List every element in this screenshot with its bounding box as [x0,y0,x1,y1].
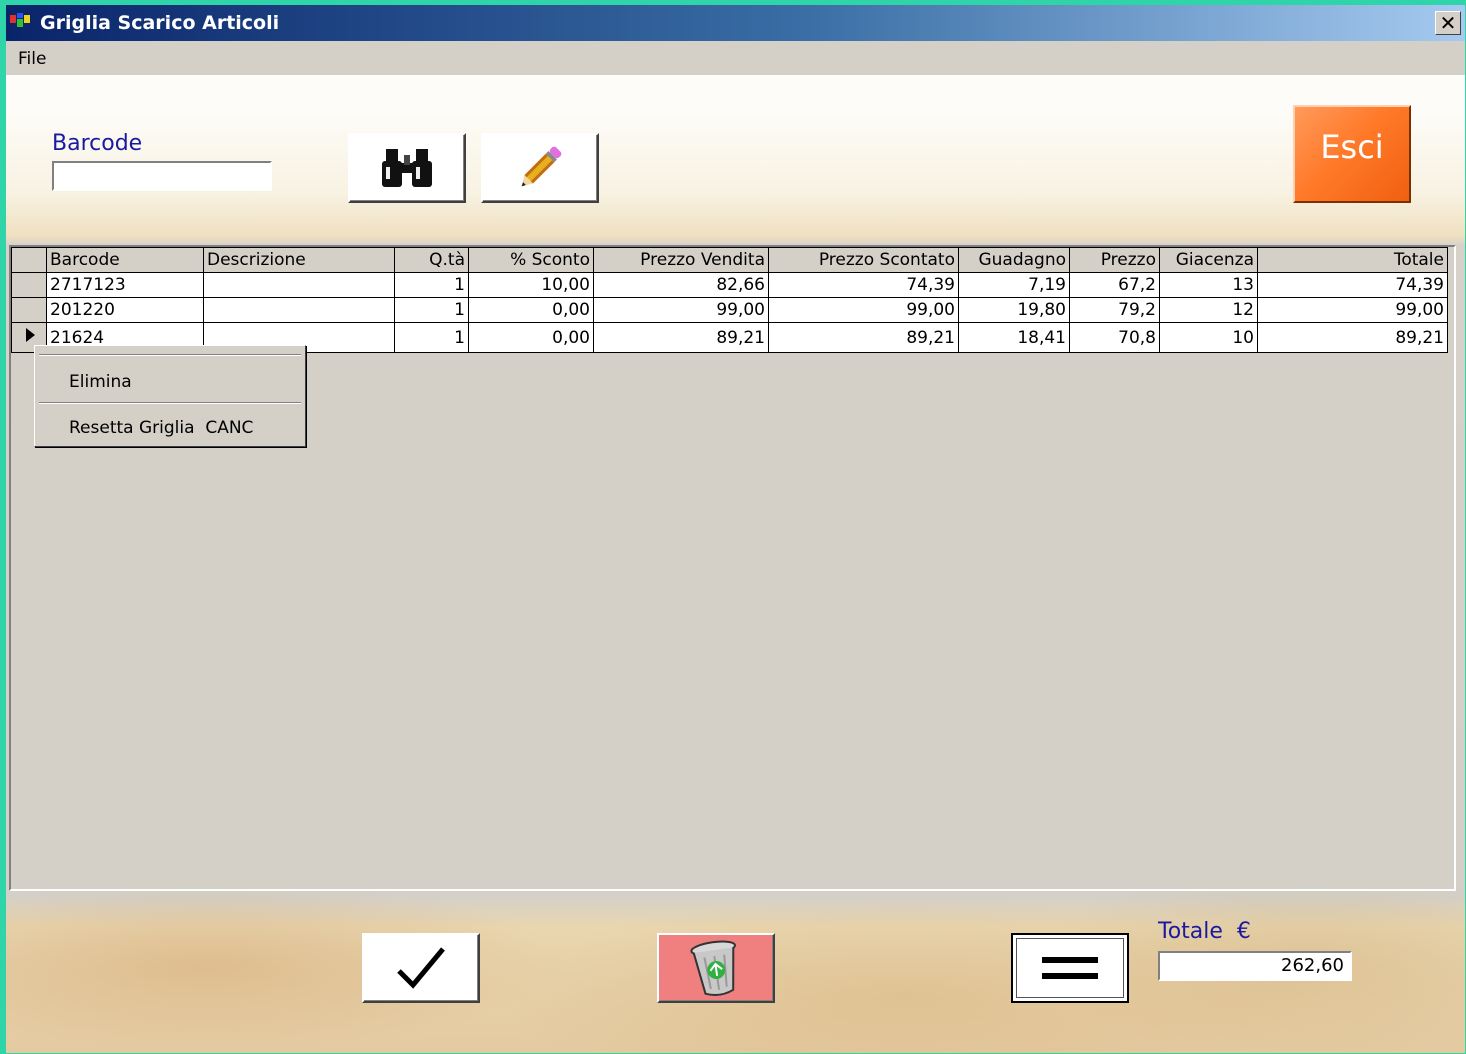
table-row[interactable]: 2717123 1 10,00 82,66 74,39 7,19 67,2 13… [11,272,1448,298]
cell-sconto[interactable]: 0,00 [468,297,594,323]
items-table: Barcode Descrizione Q.tà % Sconto Prezzo… [11,247,1448,353]
cell-prezzo-vendita[interactable]: 99,00 [593,297,769,323]
equals-icon [1042,957,1098,979]
cell-totale[interactable]: 99,00 [1257,297,1448,323]
cell-qta[interactable]: 1 [394,272,469,298]
column-header-qta[interactable]: Q.tà [394,247,469,273]
exit-button[interactable]: Esci [1293,105,1411,203]
menu-bar: File [6,41,1465,75]
cell-qta[interactable]: 1 [394,322,469,353]
recycle-bin-icon [690,940,737,997]
column-header-descrizione[interactable]: Descrizione [203,247,395,273]
context-menu: Elimina Resetta Griglia CANC [34,345,306,447]
column-header-barcode[interactable]: Barcode [46,247,204,273]
cell-giacenza[interactable]: 12 [1159,297,1258,323]
row-selector[interactable] [11,272,47,298]
row-selector-header[interactable] [11,247,47,273]
window-title: Griglia Scarico Articoli [40,12,280,34]
cell-guadagno[interactable]: 18,41 [958,322,1070,353]
menu-separator [39,354,301,356]
cell-giacenza[interactable]: 13 [1159,272,1258,298]
table-row[interactable]: 201220 1 0,00 99,00 99,00 19,80 79,2 12 … [11,297,1448,323]
total-value: 262,60 [1158,951,1352,981]
cell-sconto[interactable]: 0,00 [468,322,594,353]
cell-prezzo-scontato[interactable]: 89,21 [768,322,959,353]
confirm-button[interactable] [362,933,480,1003]
close-icon: ✕ [1439,11,1457,35]
cell-prezzo-vendita[interactable]: 89,21 [593,322,769,353]
items-grid[interactable]: Barcode Descrizione Q.tà % Sconto Prezzo… [9,245,1456,891]
column-header-prezzo[interactable]: Prezzo [1069,247,1160,273]
barcode-label: Barcode [52,131,143,156]
cell-prezzo-vendita[interactable]: 82,66 [593,272,769,298]
cell-barcode[interactable]: 201220 [46,297,204,323]
binoculars-icon [382,149,432,187]
cell-sconto[interactable]: 10,00 [468,272,594,298]
edit-button[interactable] [481,133,599,203]
current-row-arrow-icon [26,328,35,342]
menu-item-elimina[interactable]: Elimina [69,372,132,392]
menu-item-resetta-griglia[interactable]: Resetta Griglia CANC [69,418,253,438]
column-header-sconto[interactable]: % Sconto [468,247,594,273]
delete-button[interactable] [657,933,775,1003]
menu-file[interactable]: File [18,49,46,69]
app-window: Griglia Scarico Articoli ✕ File Barcode [0,0,1466,1054]
column-header-prezzo-scontato[interactable]: Prezzo Scontato [768,247,959,273]
close-button[interactable]: ✕ [1435,11,1461,35]
column-header-prezzo-vendita[interactable]: Prezzo Vendita [593,247,769,273]
cell-totale[interactable]: 89,21 [1257,322,1448,353]
pencil-icon [521,146,562,187]
exit-button-label: Esci [1320,128,1384,166]
checkmark-icon [397,947,445,989]
cell-prezzo-scontato[interactable]: 74,39 [768,272,959,298]
find-button[interactable] [348,133,466,203]
cell-guadagno[interactable]: 7,19 [958,272,1070,298]
cell-prezzo[interactable]: 79,2 [1069,297,1160,323]
menu-separator [39,402,301,404]
total-label: Totale € [1158,919,1251,944]
barcode-input[interactable] [52,161,272,191]
title-bar[interactable]: Griglia Scarico Articoli ✕ [6,5,1465,41]
column-header-guadagno[interactable]: Guadagno [958,247,1070,273]
cell-guadagno[interactable]: 19,80 [958,297,1070,323]
cell-prezzo-scontato[interactable]: 99,00 [768,297,959,323]
calculate-button[interactable] [1011,933,1129,1003]
row-selector[interactable] [11,297,47,323]
cell-barcode[interactable]: 2717123 [46,272,204,298]
table-header-row: Barcode Descrizione Q.tà % Sconto Prezzo… [11,247,1448,273]
cell-qta[interactable]: 1 [394,297,469,323]
cell-prezzo[interactable]: 70,8 [1069,322,1160,353]
column-header-giacenza[interactable]: Giacenza [1159,247,1258,273]
cell-giacenza[interactable]: 10 [1159,322,1258,353]
cell-prezzo[interactable]: 67,2 [1069,272,1160,298]
cell-totale[interactable]: 74,39 [1257,272,1448,298]
app-icon [10,13,34,33]
cell-descrizione[interactable] [203,272,395,298]
column-header-totale[interactable]: Totale [1257,247,1448,273]
cell-descrizione[interactable] [203,297,395,323]
